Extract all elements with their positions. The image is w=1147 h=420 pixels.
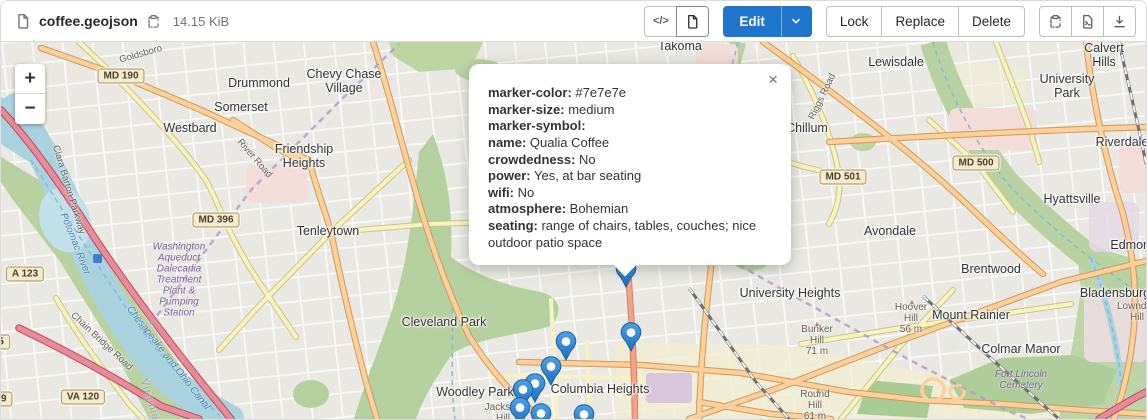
popup-field: seating: range of chairs, tables, couche… — [488, 218, 775, 251]
snippet-file-card: coffee.geojson 14.15 KiB </> Edit Lock R… — [0, 0, 1147, 420]
popup-field: atmosphere: Bohemian — [488, 201, 775, 218]
map-zoom-control: + − — [15, 64, 45, 124]
edit-button[interactable]: Edit — [723, 6, 781, 37]
feature-popup: × marker-color: #7e7e7emarker-size: medi… — [469, 64, 791, 265]
popup-field: wifi: No — [488, 185, 775, 202]
popup-field: marker-color: #7e7e7e — [488, 85, 775, 102]
popup-field: power: Yes, at bar seating — [488, 168, 775, 185]
zoom-in-button[interactable]: + — [15, 64, 45, 94]
file-tools — [1039, 6, 1136, 37]
popup-close-button[interactable]: × — [766, 69, 780, 90]
header-actions: </> Edit Lock Replace Delete — [644, 6, 1136, 37]
map-marker[interactable] — [573, 404, 595, 419]
code-icon: </> — [653, 15, 669, 27]
rendered-view-button[interactable] — [676, 6, 709, 37]
chevron-down-icon — [790, 15, 802, 27]
map-marker[interactable] — [530, 403, 552, 419]
popup-field: marker-size: medium — [488, 102, 775, 119]
map-marker[interactable] — [509, 397, 531, 419]
edit-split-button: Edit — [723, 6, 812, 37]
geojson-map[interactable]: TakomaLewisdaleCalvert HillsUniversity P… — [1, 42, 1146, 419]
raw-file-icon — [1080, 14, 1095, 29]
popup-fields: marker-color: #7e7e7emarker-size: medium… — [488, 85, 775, 251]
popup-field: name: Qualia Coffee — [488, 135, 775, 152]
code-view-button[interactable]: </> — [644, 6, 677, 37]
file-icon — [15, 13, 31, 29]
view-toggle: </> — [644, 6, 709, 37]
download-icon — [1112, 14, 1127, 29]
map-marker[interactable] — [620, 322, 642, 352]
file-size: 14.15 KiB — [173, 14, 229, 29]
file-name: coffee.geojson — [39, 13, 138, 29]
file-header: coffee.geojson 14.15 KiB </> Edit Lock R… — [1, 1, 1146, 42]
replace-button[interactable]: Replace — [881, 6, 959, 37]
popup-field: marker-symbol: — [488, 118, 775, 135]
poi-icon — [93, 254, 102, 263]
edit-dropdown-button[interactable] — [781, 6, 812, 37]
popup-field: crowdedness: No — [488, 152, 775, 169]
delete-button[interactable]: Delete — [958, 6, 1025, 37]
download-button[interactable] — [1103, 6, 1136, 37]
lock-button[interactable]: Lock — [826, 6, 883, 37]
manage-buttons: Lock Replace Delete — [826, 6, 1025, 37]
zoom-out-button[interactable]: − — [15, 94, 45, 124]
open-raw-button[interactable] — [1071, 6, 1104, 37]
clipboard-icon — [1048, 14, 1063, 29]
copy-path-button[interactable] — [146, 14, 161, 29]
copy-contents-button[interactable] — [1039, 6, 1072, 37]
document-icon — [685, 14, 700, 29]
